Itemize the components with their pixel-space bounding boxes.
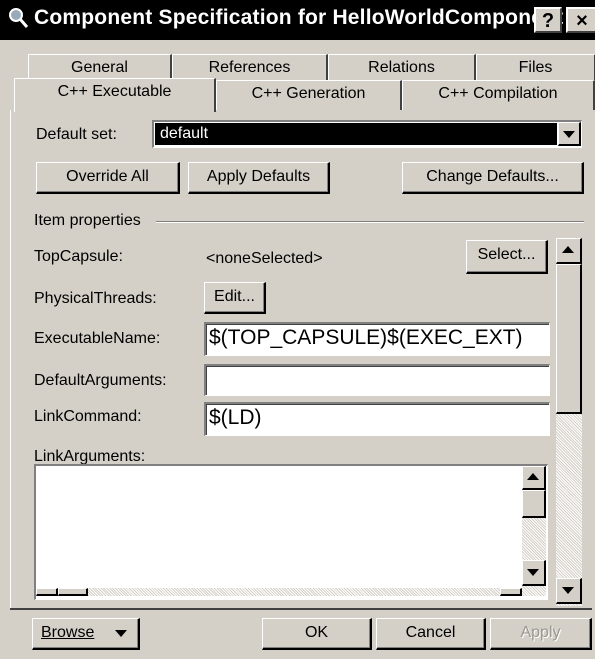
help-button[interactable]: ? — [534, 7, 562, 33]
arrow-down-icon — [527, 569, 539, 576]
arrow-up-icon — [562, 246, 574, 253]
tab-cpp-executable[interactable]: C++ Executable — [14, 78, 216, 112]
close-button[interactable]: × — [566, 7, 595, 33]
window-title: Component Specification for HelloWorldCo… — [34, 6, 564, 29]
default-set-value: default — [155, 123, 557, 145]
link-arguments-textarea[interactable] — [34, 464, 548, 600]
tab-page-edge — [10, 110, 11, 610]
physical-threads-label: PhysicalThreads: — [34, 290, 157, 307]
textarea-scroll-right-button[interactable] — [500, 588, 522, 596]
override-all-button[interactable]: Override All — [36, 162, 180, 194]
textarea-scroll-down-button[interactable] — [522, 560, 546, 586]
tab-cpp-compilation[interactable]: C++ Compilation — [402, 80, 595, 110]
tab-cpp-generation[interactable]: C++ Generation — [216, 80, 402, 110]
chevron-down-icon — [115, 630, 127, 637]
edit-threads-button[interactable]: Edit... — [204, 282, 266, 314]
top-capsule-label: TopCapsule: — [34, 248, 123, 265]
chevron-down-icon — [563, 131, 575, 138]
link-command-field[interactable]: $(LD) — [204, 402, 550, 436]
browse-button[interactable]: Browse — [32, 618, 140, 650]
default-arguments-label: DefaultArguments: — [34, 372, 167, 389]
arrow-up-icon — [527, 473, 539, 480]
top-capsule-value: <noneSelected> — [206, 250, 323, 267]
properties-scroll-up-button[interactable] — [556, 238, 582, 264]
tab-strip: General References Relations Files C++ E… — [0, 40, 595, 112]
dropdown-arrow-button[interactable] — [558, 122, 581, 146]
item-properties-label: Item properties — [34, 212, 141, 229]
textarea-horizontal-scrollbar[interactable] — [36, 588, 522, 596]
arrow-down-icon — [562, 587, 574, 594]
apply-defaults-button[interactable]: Apply Defaults — [188, 162, 330, 194]
properties-scroll-down-button[interactable] — [556, 578, 582, 604]
change-defaults-button[interactable]: Change Defaults... — [402, 162, 584, 194]
default-set-label: Default set: — [36, 126, 117, 143]
default-arguments-field[interactable] — [204, 364, 550, 396]
tab-page-bottom-edge — [10, 608, 592, 610]
properties-scroll-thumb[interactable] — [556, 264, 582, 414]
browse-label: Browse — [41, 624, 95, 641]
properties-vertical-scrollbar[interactable] — [556, 238, 582, 606]
textarea-scroll-up-button[interactable] — [522, 466, 546, 490]
magnifier-app-icon — [9, 8, 29, 28]
textarea-vertical-scrollbar[interactable] — [522, 466, 546, 596]
apply-button[interactable]: Apply — [490, 618, 592, 650]
group-divider — [156, 221, 584, 223]
link-command-label: LinkCommand: — [34, 408, 142, 425]
ok-button[interactable]: OK — [262, 618, 372, 650]
title-bar[interactable]: Component Specification for HelloWorldCo… — [0, 0, 595, 40]
executable-name-label: ExecutableName: — [34, 330, 161, 347]
select-capsule-button[interactable]: Select... — [466, 240, 548, 274]
textarea-hscroll-thumb[interactable] — [58, 588, 88, 596]
cancel-button[interactable]: Cancel — [376, 618, 486, 650]
textarea-scroll-thumb[interactable] — [522, 490, 546, 518]
textarea-scroll-left-button[interactable] — [36, 588, 58, 596]
executable-name-field[interactable]: $(TOP_CAPSULE)$(EXEC_EXT) — [204, 322, 550, 356]
default-set-dropdown[interactable]: default — [152, 120, 582, 148]
